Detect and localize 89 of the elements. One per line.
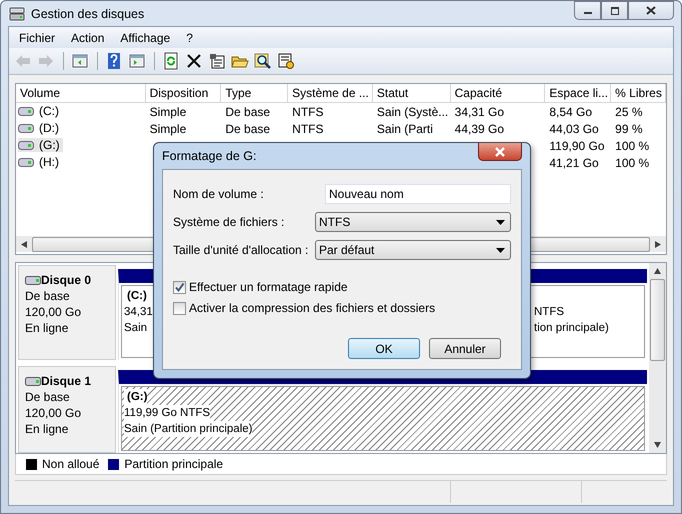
scroll-down-icon[interactable] [654,442,661,448]
disk-status: En ligne [25,421,70,438]
table-cell: Sain (Systè... [376,104,448,118]
disk-drive-icon [25,276,41,284]
scroll-up-icon[interactable] [654,268,661,274]
drive-entry[interactable]: (C:) [18,104,62,118]
disk-drive-icon [25,376,41,386]
dialog-title: Formatage de G: [162,149,256,163]
close-icon [646,6,656,15]
disk-name: Disque 0 [41,272,92,288]
checkbox-label: Activer la compression des fichiers et dossiers [189,301,436,315]
menu-item[interactable]: Affichage [120,30,170,44]
checkbox[interactable] [173,280,186,294]
disk-type: De base [25,389,71,406]
menu-item[interactable]: Action [71,30,104,44]
table-cell: 41,21 Go [549,156,599,170]
table-cell: Simple [150,122,186,136]
caret-icon [496,220,505,224]
minimize-button[interactable] [574,1,601,20]
caret-icon [496,248,505,252]
column-header[interactable]: Type [221,84,288,102]
table-cell: 119,90 Go [549,138,605,152]
disk-type: De base [25,288,71,304]
drive-icon [18,124,34,133]
volume-name: (C:) [39,104,59,118]
partition-text: 119,99 Go NTFS [124,405,210,422]
column-header[interactable]: Statut [372,84,451,102]
partition-text: (G:) [124,389,148,406]
drive-icon [18,158,34,167]
column-header[interactable]: % Libres [611,84,666,102]
close-icon [494,146,506,156]
maximize-button[interactable] [601,1,628,20]
drive-icon [18,106,34,116]
drive-entry[interactable]: (D:) [18,121,62,136]
partition-block[interactable]: (G:) 119,99 Go NTFS Sain (Partition principale) [121,386,645,451]
field-label: Nom de volume : [173,187,264,201]
field-label: Système de fichiers : [173,215,284,229]
table-cell: Simple [150,104,186,118]
scroll-left-icon[interactable] [21,240,27,248]
table-cell: 34,31 Go [454,104,504,118]
column-header[interactable]: Espace li... [545,84,612,102]
table-cell: 100 % [615,138,650,152]
column-header[interactable]: Système de ... [288,84,373,102]
input-field[interactable]: Nouveau nom [325,184,511,204]
table-cell: 25 % [615,104,643,118]
partition-text: tion principale) [534,320,609,336]
settings-icon[interactable] [276,50,297,72]
legend-label: Partition principale [124,457,224,471]
table-cell: NTFS [292,122,324,136]
maximize-icon [610,6,620,14]
table-cell: De base [225,122,270,136]
drive-icon [18,140,34,150]
table-cell: 99 % [615,122,643,136]
disk-size: 120,00 Go [25,304,82,320]
table-cell: 44,39 Go [454,122,504,136]
vertical-scrollbar[interactable] [649,263,666,453]
volume-name: (G:) [39,138,60,152]
menu-item[interactable]: ? [186,30,193,44]
dropdown[interactable]: NTFS [315,212,511,232]
table-cell: De base [225,104,270,118]
column-header[interactable]: Capacité [450,84,546,102]
disk-status: En ligne [25,320,70,336]
field-label: Taille d'unité d'allocation : [173,243,308,257]
close-button[interactable] [628,1,674,20]
table-cell: 8,54 Go [549,104,592,118]
column-header[interactable]: Disposition [146,84,222,102]
window-title: Gestion des disques [31,6,144,20]
legend-label: Non alloué [42,457,100,471]
cancel-button[interactable]: Annuler [429,338,501,359]
volume-name: (D:) [39,121,59,136]
checkbox-label: Effectuer un formatage rapide [189,280,348,294]
column-header[interactable]: Volume [16,84,146,102]
disk-name: Disque 1 [41,373,92,390]
disk-drive-icon [9,6,25,20]
table-cell: NTFS [292,104,324,118]
table-cell: Sain (Parti [376,122,433,136]
volume-name: (H:) [39,155,59,170]
table-cell: 44,03 Go [549,122,599,136]
close-button[interactable] [478,143,522,161]
table-cell: 100 % [615,156,650,170]
ok-button[interactable]: OK [348,338,420,359]
disk-size: 120,00 Go [25,405,82,422]
partition-text: Sain (Partition principale) [124,421,252,438]
dropdown[interactable]: Par défaut [315,240,511,260]
drive-entry[interactable]: (H:) [18,155,62,170]
menu-item[interactable]: Fichier [19,30,56,44]
drive-entry[interactable]: (G:) [18,138,63,152]
checkbox[interactable] [173,302,186,314]
scroll-right-icon[interactable] [655,240,661,248]
